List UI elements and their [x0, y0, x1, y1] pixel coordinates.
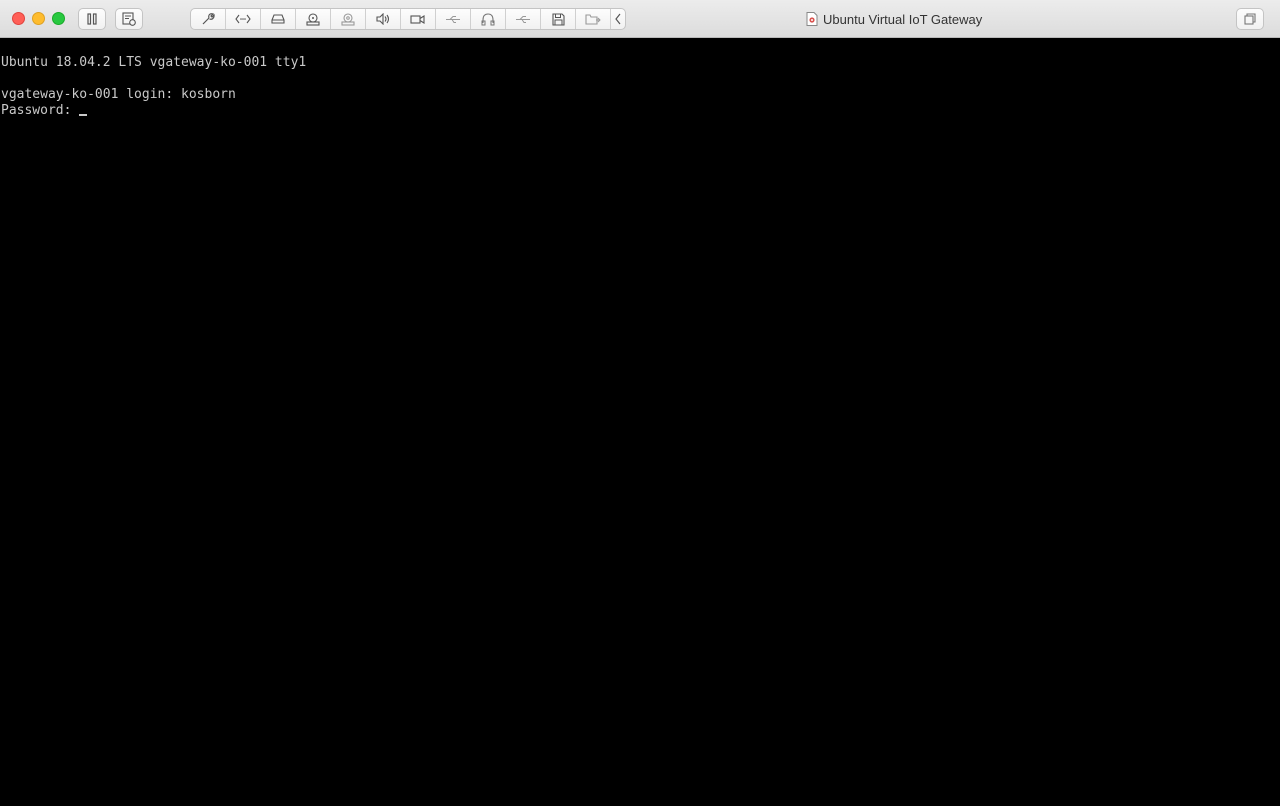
zoom-button[interactable] — [52, 12, 65, 25]
hard-disk-button[interactable] — [261, 9, 296, 29]
vm-console-screen[interactable]: Ubuntu 18.04.2 LTS vgateway-ko-001 tty1 … — [0, 39, 1280, 806]
password-prompt: Password: — [1, 103, 80, 118]
video-capture-button[interactable] — [401, 9, 436, 29]
headset-icon — [481, 12, 495, 25]
window-title: Ubuntu Virtual IoT Gateway — [806, 0, 982, 38]
chevron-left-icon — [615, 13, 621, 25]
optical-drive-button[interactable] — [296, 9, 331, 29]
optical-drive-icon — [306, 12, 320, 26]
usb-icon — [446, 15, 460, 23]
shared-folder-button[interactable] — [576, 9, 611, 29]
camera-icon — [341, 12, 355, 26]
pause-icon — [87, 13, 97, 25]
collapse-toolbar-button[interactable] — [611, 9, 625, 29]
wrench-icon — [202, 13, 215, 25]
full-screen-icon — [1244, 13, 1256, 25]
settings-button[interactable] — [191, 9, 226, 29]
full-screen-button[interactable] — [1236, 8, 1264, 30]
camera-button[interactable] — [331, 9, 366, 29]
vm-window: Ubuntu Virtual IoT Gateway Ubuntu 18.04.… — [0, 0, 1280, 806]
speaker-icon — [376, 13, 390, 25]
video-camera-icon — [410, 14, 425, 24]
shared-folder-icon — [585, 13, 601, 25]
device-toolbar — [190, 8, 626, 30]
hard-disk-icon — [271, 14, 285, 24]
console-banner: Ubuntu 18.04.2 LTS vgateway-ko-001 tty1 — [1, 55, 307, 70]
text-cursor — [79, 114, 88, 116]
window-title-text: Ubuntu Virtual IoT Gateway — [823, 11, 983, 27]
minimize-button[interactable] — [32, 12, 45, 25]
pause-button[interactable] — [78, 8, 106, 30]
audio-button[interactable] — [366, 9, 401, 29]
floppy-disk-icon — [551, 12, 565, 26]
usb-icon — [516, 15, 530, 23]
usb-button-2[interactable] — [506, 9, 541, 29]
vm-document-icon — [806, 12, 818, 26]
title-bar: Ubuntu Virtual IoT Gateway — [0, 0, 1280, 38]
headset-button[interactable] — [471, 9, 506, 29]
close-button[interactable] — [12, 12, 25, 25]
usb-button[interactable] — [436, 9, 471, 29]
floppy-button[interactable] — [541, 9, 576, 29]
network-icon — [235, 14, 251, 24]
snapshot-button[interactable] — [115, 8, 143, 30]
console-password-line: Password: — [1, 103, 88, 119]
console-login-line: vgateway-ko-001 login: kosborn — [1, 87, 236, 102]
network-button[interactable] — [226, 9, 261, 29]
snapshot-icon — [122, 12, 136, 26]
